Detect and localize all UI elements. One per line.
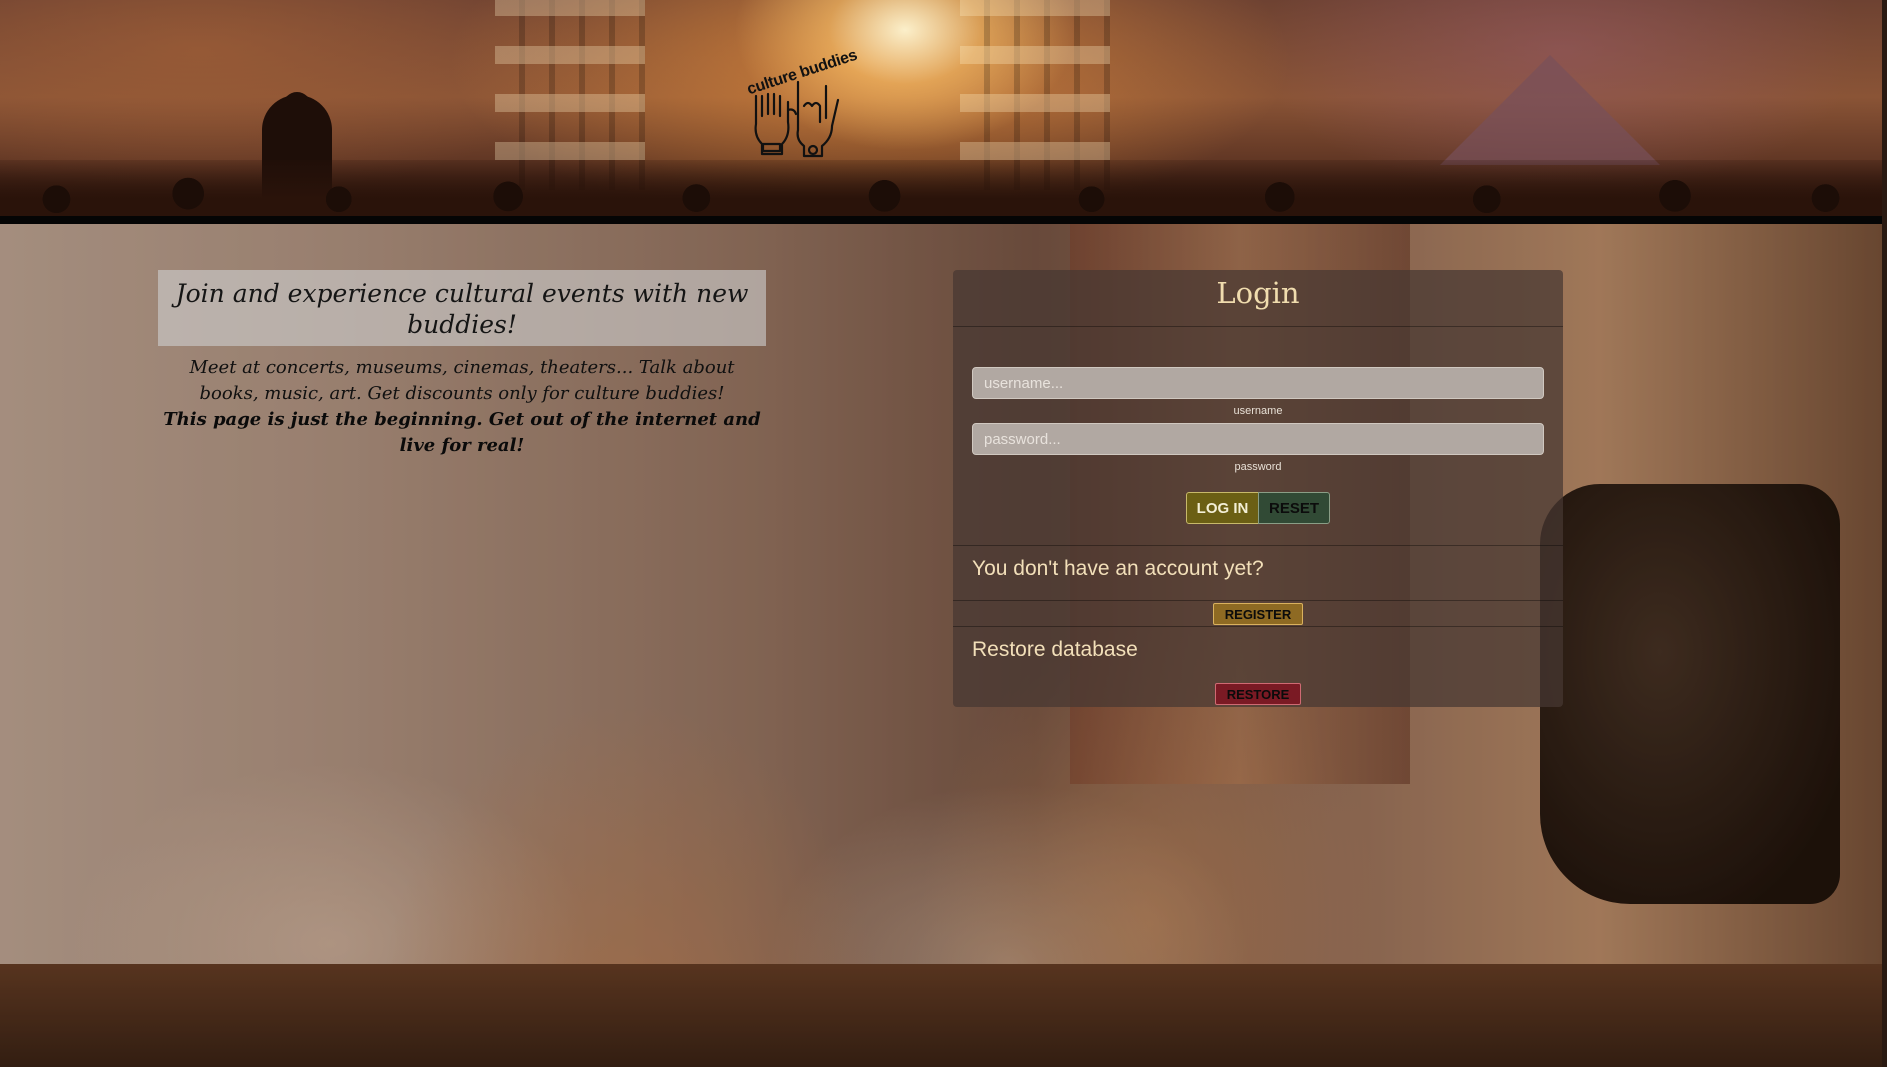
login-title: Login: [1216, 276, 1300, 310]
intro-highlight: This page is just the beginning. Get out…: [163, 409, 761, 456]
photo-shade: [0, 224, 1882, 1067]
register-button[interactable]: REGISTER: [1213, 603, 1303, 625]
password-input[interactable]: [972, 423, 1544, 455]
password-help: password: [1234, 461, 1282, 473]
header-divider: [0, 216, 1882, 224]
logo-hands-icon[interactable]: [742, 52, 846, 162]
login-button[interactable]: LOG IN: [1186, 492, 1259, 524]
reset-button[interactable]: RESET: [1258, 492, 1330, 524]
crowd-silhouette: [0, 160, 1882, 216]
intro-body: Meet at concerts, museums, cinemas, thea…: [189, 357, 735, 404]
restore-heading: Restore database: [972, 638, 1138, 661]
header-banner: culture buddies: [0, 0, 1882, 216]
panel-divider: [953, 545, 1563, 546]
intro-title: Join and experience cultural events with…: [175, 279, 749, 339]
register-heading: You don't have an account yet?: [972, 557, 1264, 580]
restore-button[interactable]: RESTORE: [1215, 683, 1301, 705]
background-photo: [0, 224, 1882, 1067]
username-help: username: [1233, 405, 1283, 417]
tent-shape: [1440, 55, 1660, 165]
panel-divider: [953, 326, 1563, 327]
panel-divider: [953, 600, 1563, 601]
username-input[interactable]: [972, 367, 1544, 399]
panel-divider: [953, 626, 1563, 627]
